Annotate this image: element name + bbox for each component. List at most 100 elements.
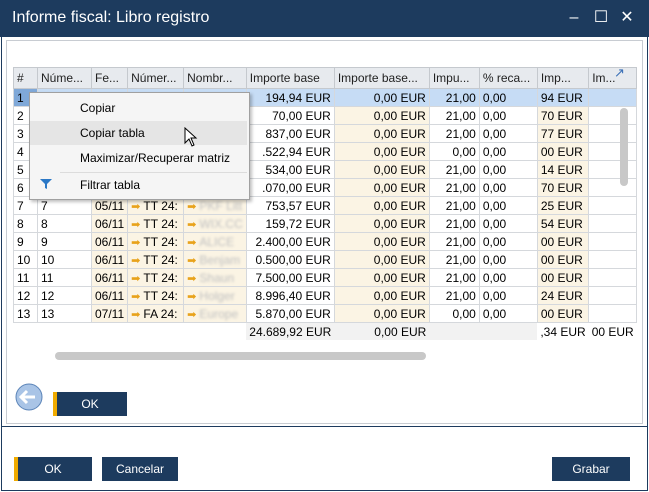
cell-surcharge[interactable]: 0,00 <box>478 88 538 107</box>
cell-im[interactable] <box>588 178 638 197</box>
cell-doc-number[interactable]: ➡ FA 24: <box>127 304 185 323</box>
cell-date[interactable]: 06/11 <box>90 250 129 269</box>
cell-tax-base-2[interactable]: 0,00 EUR <box>333 88 430 107</box>
col-header-tax-amount[interactable]: Imp... <box>536 67 590 89</box>
link-arrow-icon[interactable]: ➡ <box>187 219 199 231</box>
table-row[interactable]: 8 8 06/11 ➡ TT 24: ➡ WIX.CC 159,72 EUR 0,00 EU… <box>13 214 638 233</box>
cell-number[interactable]: 11 <box>37 268 92 287</box>
col-header-tax-base[interactable]: Importe base <box>245 67 335 89</box>
cell-tax-base[interactable]: .070,00 EUR <box>245 178 335 197</box>
cell-im[interactable] <box>588 268 638 287</box>
cell-tax[interactable]: 21,00 <box>428 178 480 197</box>
col-header-index[interactable]: # <box>13 67 38 89</box>
cell-tax-amount[interactable]: 77 EUR <box>536 124 590 143</box>
cell-tax-base[interactable]: 2.400,00 EUR <box>245 232 335 251</box>
cell-doc-number[interactable]: ➡ TT 24: <box>127 268 185 287</box>
cell-tax[interactable]: 21,00 <box>428 232 480 251</box>
cell-im[interactable] <box>588 106 638 125</box>
menu-item-maximize-restore[interactable]: Maximizar/Recuperar matriz <box>30 146 247 170</box>
cell-im[interactable] <box>588 250 638 269</box>
col-header-tax-base-2[interactable]: Importe base... <box>333 67 430 89</box>
cell-tax[interactable]: 21,00 <box>428 196 480 215</box>
table-row[interactable]: 12 12 06/11 ➡ TT 24: ➡ Holger 8.996,40 EUR 0,0… <box>13 286 638 305</box>
menu-item-filter-table[interactable]: Filtrar tabla <box>30 173 247 197</box>
cell-surcharge[interactable]: 0,00 <box>478 286 538 305</box>
cell-surcharge[interactable]: 0,00 <box>478 178 538 197</box>
cell-name[interactable]: ➡ Benjam <box>183 250 247 269</box>
cell-surcharge[interactable]: 0,00 <box>478 232 538 251</box>
link-arrow-icon[interactable]: ➡ <box>131 201 143 213</box>
col-header-tax[interactable]: Impu... <box>428 67 480 89</box>
cell-tax-base-2[interactable]: 0,00 EUR <box>333 286 430 305</box>
link-arrow-icon[interactable]: ➡ <box>131 309 143 321</box>
col-header-im[interactable]: Im... <box>588 67 638 89</box>
link-arrow-icon[interactable]: ➡ <box>131 291 143 303</box>
back-arrow-icon[interactable] <box>13 383 45 411</box>
cell-name[interactable]: ➡ Shaun <box>183 268 247 287</box>
cell-tax-amount[interactable]: 00 EUR <box>536 304 590 323</box>
ok-inner-button[interactable]: OK <box>53 392 127 416</box>
cell-surcharge[interactable]: 0,00 <box>478 250 538 269</box>
cell-index[interactable]: 8 <box>13 214 38 233</box>
cell-tax[interactable]: 21,00 <box>428 214 480 233</box>
cell-doc-number[interactable]: ➡ TT 24: <box>127 232 185 251</box>
cell-tax[interactable]: 21,00 <box>428 286 480 305</box>
cell-tax-amount[interactable]: 00 EUR <box>536 250 590 269</box>
cell-tax-base[interactable]: 70,00 EUR <box>245 106 335 125</box>
cell-surcharge[interactable]: 0,00 <box>478 214 538 233</box>
cell-im[interactable] <box>588 214 638 233</box>
table-row[interactable]: 13 13 07/11 ➡ FA 24: ➡ Europe 5.870,00 EUR 0,0… <box>13 304 638 323</box>
cell-im[interactable] <box>588 142 638 161</box>
link-arrow-icon[interactable]: ➡ <box>187 255 199 267</box>
cell-tax-amount[interactable]: 94 EUR <box>536 88 590 107</box>
cell-tax-base-2[interactable]: 0,00 EUR <box>333 304 430 323</box>
cell-surcharge[interactable]: 0,00 <box>478 124 538 143</box>
cell-tax[interactable]: 21,00 <box>428 160 480 179</box>
cell-surcharge[interactable]: 0,00 <box>478 106 538 125</box>
col-header-date[interactable]: Fe... <box>90 67 129 89</box>
cell-tax-base[interactable]: 0.500,00 EUR <box>245 250 335 269</box>
cell-tax[interactable]: 21,00 <box>428 124 480 143</box>
cell-tax-amount[interactable]: 00 EUR <box>536 142 590 161</box>
cell-im[interactable] <box>588 88 638 107</box>
link-arrow-icon[interactable]: ➡ <box>187 273 199 285</box>
cell-surcharge[interactable]: 0,00 <box>478 196 538 215</box>
cell-im[interactable] <box>588 304 638 323</box>
cell-tax-base-2[interactable]: 0,00 EUR <box>333 160 430 179</box>
cell-number[interactable]: 12 <box>37 286 92 305</box>
cell-tax-base-2[interactable]: 0,00 EUR <box>333 124 430 143</box>
cell-number[interactable]: 9 <box>37 232 92 251</box>
cell-number[interactable]: 13 <box>37 304 92 323</box>
cell-tax[interactable]: 21,00 <box>428 106 480 125</box>
ok-button[interactable]: OK <box>14 457 92 481</box>
cell-tax[interactable]: 0,00 <box>428 304 480 323</box>
col-header-name[interactable]: Nombr... <box>183 67 247 89</box>
link-arrow-icon[interactable]: ➡ <box>187 237 199 249</box>
cell-doc-number[interactable]: ➡ TT 24: <box>127 250 185 269</box>
cell-name[interactable]: ➡ WIX.CC <box>183 214 247 233</box>
cell-tax-amount[interactable]: 24 EUR <box>536 286 590 305</box>
cell-surcharge[interactable]: 0,00 <box>478 142 538 161</box>
cell-tax-base[interactable]: 534,00 EUR <box>245 160 335 179</box>
col-header-surcharge[interactable]: % reca... <box>478 67 538 89</box>
cell-date[interactable]: 06/11 <box>90 214 129 233</box>
cell-tax-base[interactable]: 194,94 EUR <box>245 88 335 107</box>
cell-index[interactable]: 11 <box>13 268 38 287</box>
maximize-icon[interactable]: ☐ <box>591 8 611 28</box>
cell-tax-base[interactable]: 8.996,40 EUR <box>245 286 335 305</box>
cell-im[interactable] <box>588 286 638 305</box>
cell-tax-base-2[interactable]: 0,00 EUR <box>333 196 430 215</box>
menu-item-copy-table[interactable]: Copiar tabla <box>30 121 247 145</box>
col-header-number[interactable]: Núme... <box>37 67 92 89</box>
cell-im[interactable] <box>588 196 638 215</box>
cell-tax-amount[interactable]: 25 EUR <box>536 196 590 215</box>
cell-tax-amount[interactable]: 14 EUR <box>536 160 590 179</box>
cell-tax[interactable]: 21,00 <box>428 268 480 287</box>
cell-index[interactable]: 9 <box>13 232 38 251</box>
minimize-icon[interactable]: – <box>564 8 584 28</box>
cell-tax-amount[interactable]: 70 EUR <box>536 178 590 197</box>
link-arrow-icon[interactable]: ➡ <box>131 273 143 285</box>
close-icon[interactable]: ✕ <box>617 8 637 28</box>
table-row[interactable]: 10 10 06/11 ➡ TT 24: ➡ Benjam 0.500,00 EUR 0,0… <box>13 250 638 269</box>
table-row[interactable]: 9 9 06/11 ➡ TT 24: ➡ ALICE 2.400,00 EUR 0,00 E… <box>13 232 638 251</box>
